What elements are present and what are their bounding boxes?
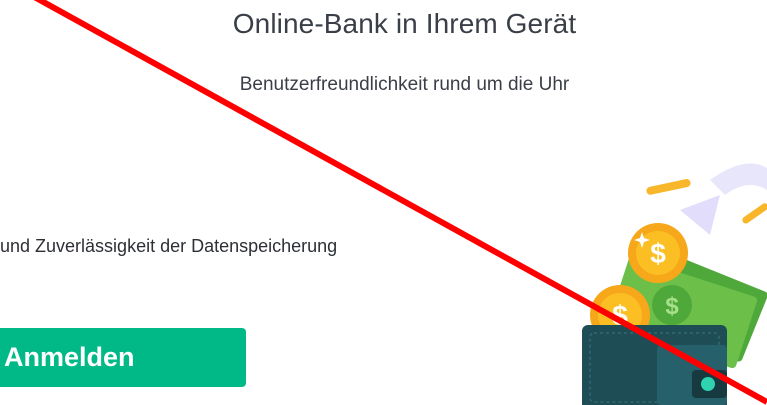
page-title: Online-Bank in Ihrem Gerät: [232, 8, 577, 39]
wallet-icon: [582, 325, 727, 405]
feature-description: und Zuverlässigkeit der Datenspeicherung: [0, 236, 338, 256]
landing-page: Online-Bank in Ihrem Gerät Benutzerfreun…: [0, 0, 767, 405]
login-button[interactable]: Anmelden: [0, 328, 246, 387]
coin-icon: $: [628, 223, 688, 283]
refresh-arrow-icon: [680, 163, 767, 235]
svg-text:$: $: [665, 293, 679, 320]
wallet-money-illustration: $ $ $: [582, 163, 767, 405]
svg-text:$: $: [650, 238, 666, 269]
page-subtitle: Benutzerfreundlichkeit rund um die Uhr: [239, 74, 570, 95]
